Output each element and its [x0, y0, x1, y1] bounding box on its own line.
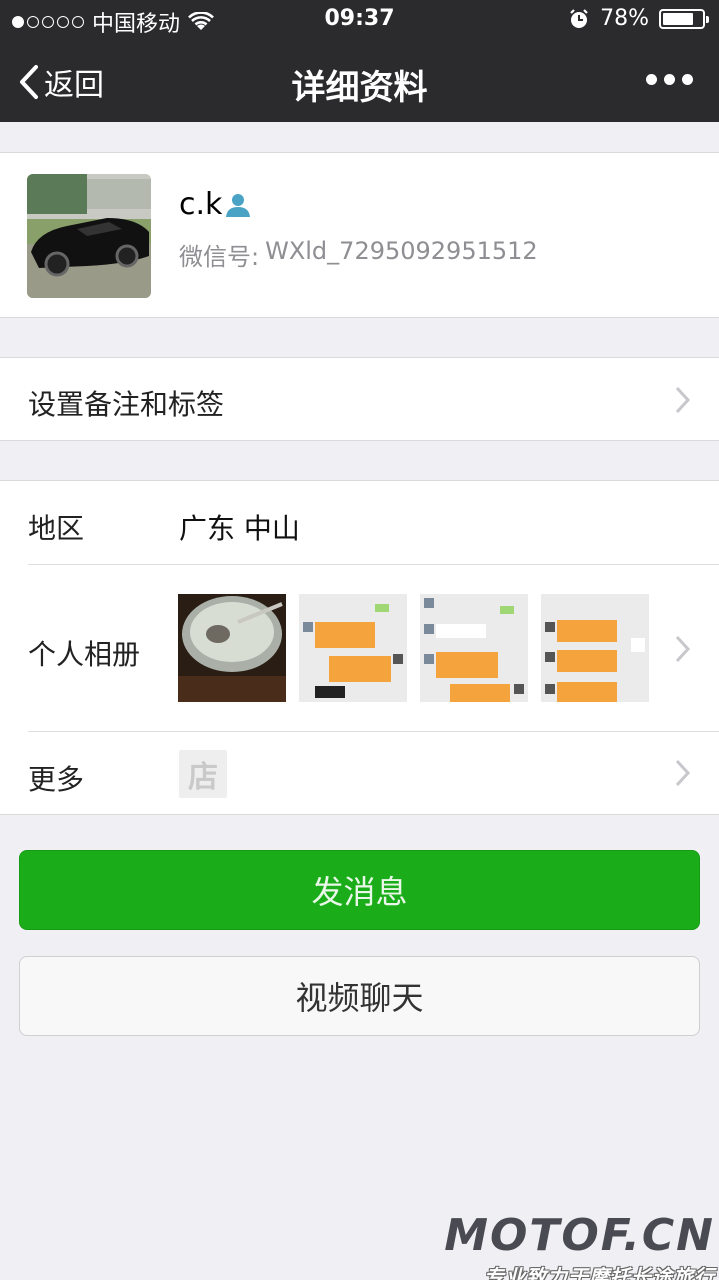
chevron-right-icon — [675, 635, 691, 663]
album-thumbnail-screenshot — [541, 594, 649, 702]
battery-percent: 78% — [600, 6, 649, 31]
person-badge-icon — [226, 193, 251, 217]
watermark-main: MOTOF.CN — [444, 1210, 715, 1261]
chevron-right-icon — [675, 759, 691, 787]
profile-name: c.k — [179, 187, 223, 222]
watermark: MOTOF.CN 专业致力于摩托长途旅行 — [444, 1210, 715, 1280]
alarm-icon — [570, 8, 588, 28]
send-message-button[interactable]: 发消息 — [19, 850, 700, 930]
avatar[interactable] — [27, 174, 151, 298]
region-value: 广东 中山 — [179, 512, 300, 545]
album-thumbnail-screenshot — [420, 594, 528, 702]
profile-name-row: c.k — [179, 187, 252, 222]
top-bar: 中国移动 09:37 78% 返回 详细资料 — [0, 0, 719, 122]
album-label: 个人相册 — [28, 638, 141, 671]
chevron-right-icon — [675, 386, 691, 414]
wechat-id-label: 微信号: — [179, 243, 260, 271]
status-right: 78% — [568, 6, 709, 31]
battery-icon — [659, 8, 709, 29]
nav-bar: 返回 详细资料 — [0, 40, 719, 122]
more-dots-icon[interactable] — [646, 74, 693, 85]
watermark-sub: 专业致力于摩托长途旅行 — [484, 1265, 715, 1280]
region-label: 地区 — [28, 512, 85, 545]
profile-card: c.k 微信号: WXld_7295092951512 — [0, 152, 719, 318]
battery-fill — [663, 12, 693, 25]
page-title: 详细资料 — [291, 68, 428, 108]
set-remark-row[interactable]: 设置备注和标签 — [0, 357, 719, 441]
shop-icon: 店 — [179, 750, 227, 798]
more-row[interactable]: 更多 — [0, 732, 719, 815]
wechat-id-value: WXld_7295092951512 — [265, 237, 538, 265]
more-label: 更多 — [28, 763, 85, 796]
set-remark-label: 设置备注和标签 — [28, 388, 225, 421]
video-chat-button[interactable]: 视频聊天 — [19, 956, 700, 1036]
status-bar: 中国移动 09:37 78% — [0, 0, 719, 40]
wechat-id: 微信号: WXld_7295092951512 — [179, 237, 538, 272]
info-section: 地区 广东 中山 个人相册 更多 店 — [0, 480, 719, 815]
album-thumbnail-screenshot — [299, 594, 407, 702]
album-thumbnail-photo — [178, 594, 286, 702]
